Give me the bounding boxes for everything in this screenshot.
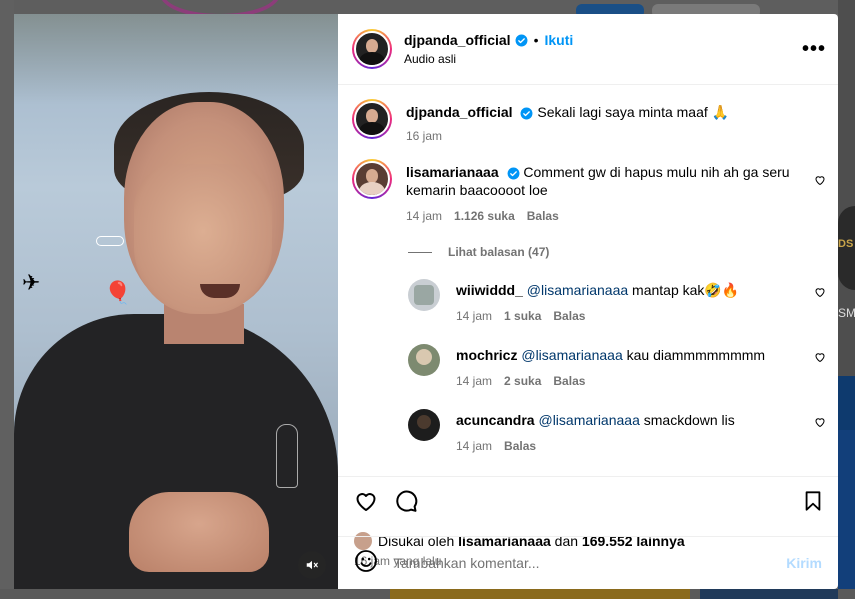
comment-like-heart-icon[interactable] <box>814 173 826 191</box>
background-left-strip <box>0 0 14 599</box>
reply-like-heart-icon[interactable] <box>814 285 826 303</box>
view-replies-button[interactable]: Lihat balasan (47) <box>408 245 826 259</box>
post-video[interactable]: ✈ 🎈 <box>14 14 338 589</box>
reply-time[interactable]: 14 jam <box>456 307 492 325</box>
post-side-panel: djpanda_official • Ikuti Audio asli ••• <box>338 14 838 589</box>
header-separator: • <box>533 32 539 48</box>
reply-row: wiiwiddd_ @lisamarianaaa mantap kak🤣🔥 14… <box>408 279 826 325</box>
background-label: SM <box>838 306 855 320</box>
comment-bubble-icon[interactable] <box>394 489 418 518</box>
reply-username[interactable]: acuncandra <box>456 412 535 428</box>
background-thumbnail <box>838 430 855 599</box>
reply-username[interactable]: wiiwiddd_ <box>456 282 523 298</box>
background-thumbnail <box>390 589 690 599</box>
caption-time[interactable]: 16 jam <box>406 127 442 145</box>
shirt-dog-print <box>276 424 298 488</box>
speaker-muted-icon <box>306 560 318 570</box>
verified-badge-icon <box>515 34 528 47</box>
more-options-button[interactable]: ••• <box>802 39 826 59</box>
reply-time[interactable]: 14 jam <box>456 372 492 390</box>
reply-reply-button[interactable]: Balas <box>553 372 585 390</box>
wall-sticker-airplane: ✈ <box>22 270 41 295</box>
reply-time[interactable]: 14 jam <box>456 437 492 455</box>
comment-likes[interactable]: 1.126 suka <box>454 207 515 225</box>
follow-button[interactable]: Ikuti <box>544 32 573 48</box>
reply-reply-button[interactable]: Balas <box>504 437 536 455</box>
emoji-icon[interactable] <box>354 549 378 578</box>
video-person-hands <box>129 492 269 572</box>
reply-like-heart-icon[interactable] <box>814 350 826 368</box>
send-comment-button[interactable]: Kirim <box>786 555 822 571</box>
comment-username[interactable]: lisamarianaaa <box>406 164 499 180</box>
background-right-strip: DS SM <box>838 0 855 599</box>
caption-avatar[interactable] <box>352 99 392 139</box>
comment-input[interactable]: Tambahkan komentar... <box>394 555 786 571</box>
background-thumbnail <box>700 589 838 599</box>
author-username[interactable]: djpanda_official <box>404 32 511 48</box>
like-heart-icon[interactable] <box>354 489 378 518</box>
caption-text: Sekali lagi saya minta maaf 🙏 <box>537 104 730 120</box>
video-wall <box>14 14 338 104</box>
reply-username[interactable]: mochricz <box>456 347 517 363</box>
comment-time[interactable]: 14 jam <box>406 207 442 225</box>
reply-likes[interactable]: 1 suka <box>504 307 541 325</box>
reply-row: mochricz @lisamarianaaa kau diammmmmmmm … <box>408 344 826 390</box>
view-replies-line <box>408 251 432 253</box>
wall-sticker-balloon: 🎈 <box>104 280 132 305</box>
reply-text: kau diammmmmmmm <box>626 347 766 363</box>
reply-mention[interactable]: @lisamarianaaa <box>521 347 622 363</box>
reply-text: smackdown lis <box>643 412 735 428</box>
reply-mention[interactable]: @lisamarianaaa <box>527 282 628 298</box>
verified-badge-icon <box>507 167 520 180</box>
add-comment-bar: Tambahkan komentar... Kirim <box>338 536 838 589</box>
reply-row: acuncandra @lisamarianaaa smackdown lis … <box>408 409 826 455</box>
background-bottom-strip <box>0 589 855 599</box>
reply-likes[interactable]: 2 suka <box>504 372 541 390</box>
reply-avatar[interactable] <box>408 409 440 441</box>
reply-avatar[interactable] <box>408 279 440 311</box>
comment-row: lisamarianaaa Comment gw di hapus mulu n… <box>352 159 826 225</box>
reply-mention[interactable]: @lisamarianaaa <box>538 412 639 428</box>
reply-text: mantap kak🤣🔥 <box>632 282 740 298</box>
view-replies-label: Lihat balasan (47) <box>448 245 550 259</box>
mute-button[interactable] <box>298 551 326 579</box>
bookmark-icon[interactable] <box>802 490 824 517</box>
reply-like-heart-icon[interactable] <box>814 415 826 433</box>
comments-list[interactable]: djpanda_official Sekali lagi saya minta … <box>338 85 838 476</box>
caption-row: djpanda_official Sekali lagi saya minta … <box>352 99 826 145</box>
comment-reply-button[interactable]: Balas <box>527 207 559 225</box>
background-top-strip <box>0 0 855 18</box>
reply-avatar[interactable] <box>408 344 440 376</box>
caption-username[interactable]: djpanda_official <box>406 104 513 120</box>
wall-sticker-cloud <box>96 236 124 246</box>
audio-label[interactable]: Audio asli <box>404 52 802 66</box>
background-label: DS <box>838 238 854 250</box>
post-header: djpanda_official • Ikuti Audio asli ••• <box>338 14 838 85</box>
author-avatar[interactable] <box>352 29 392 69</box>
post-modal: ✈ 🎈 djpanda_official • Ikuti Audio asli … <box>14 14 838 589</box>
reply-reply-button[interactable]: Balas <box>553 307 585 325</box>
verified-badge-icon <box>520 107 533 120</box>
post-actions-bar <box>338 476 838 530</box>
comment-avatar[interactable] <box>352 159 392 199</box>
